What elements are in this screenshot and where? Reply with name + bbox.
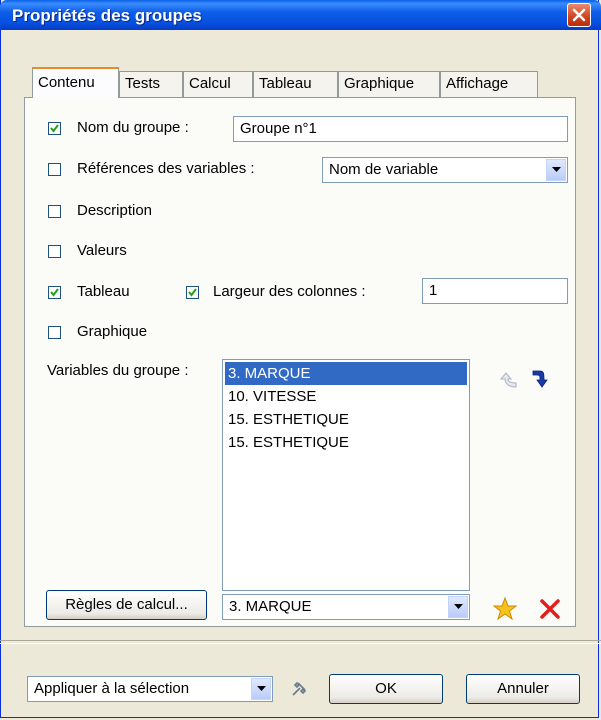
chevron-down-icon <box>552 167 561 172</box>
tab-contenu[interactable]: Contenu <box>32 67 119 98</box>
list-item[interactable]: 15. ESTHETIQUE <box>223 431 469 454</box>
group-vars-label: Variables du groupe : <box>47 362 189 379</box>
delete-x-icon[interactable] <box>539 598 561 620</box>
apply-scope-selected: Appliquer à la sélection <box>34 680 190 697</box>
tab-tests[interactable]: Tests <box>119 71 183 97</box>
var-refs-selected: Nom de variable <box>329 161 439 178</box>
star-icon[interactable] <box>493 597 517 621</box>
group-name-checkbox[interactable] <box>48 122 61 135</box>
group-vars-listbox[interactable]: 3. MARQUE 10. VITESSE 15. ESTHETIQUE 15.… <box>222 359 470 591</box>
chevron-down-icon <box>454 604 463 609</box>
title-bar[interactable]: Propriétés des groupes <box>0 0 601 30</box>
var-refs-label: Références des variables : <box>77 160 255 177</box>
arrow-up-icon[interactable] <box>497 368 517 390</box>
close-icon <box>572 8 586 22</box>
table-label: Tableau <box>77 283 130 300</box>
col-width-input[interactable]: 1 <box>422 278 568 304</box>
calc-rules-select[interactable]: 3. MARQUE <box>222 594 470 620</box>
description-label: Description <box>77 202 153 219</box>
tools-icon[interactable] <box>290 680 308 698</box>
chart-label: Graphique <box>77 323 148 340</box>
separator <box>0 640 601 644</box>
col-width-label: Largeur des colonnes : <box>213 283 366 300</box>
chart-checkbox[interactable] <box>48 326 61 339</box>
dropdown-button[interactable] <box>251 678 271 700</box>
close-button[interactable] <box>567 3 591 27</box>
window-title: Propriétés des groupes <box>12 6 202 25</box>
dropdown-button[interactable] <box>448 596 468 618</box>
calc-rules-button[interactable]: Règles de calcul... <box>46 590 207 620</box>
values-checkbox[interactable] <box>48 245 61 258</box>
list-item[interactable]: 3. MARQUE <box>225 362 467 385</box>
var-refs-checkbox[interactable] <box>48 163 61 176</box>
list-item[interactable]: 15. ESTHETIQUE <box>223 408 469 431</box>
dropdown-button[interactable] <box>546 159 566 181</box>
var-refs-select[interactable]: Nom de variable <box>322 157 568 183</box>
col-width-checkbox[interactable] <box>186 286 199 299</box>
apply-scope-select[interactable]: Appliquer à la sélection <box>27 676 273 702</box>
group-name-input[interactable]: Groupe n°1 <box>233 116 568 142</box>
values-label: Valeurs <box>77 242 127 259</box>
chevron-down-icon <box>257 686 266 691</box>
description-checkbox[interactable] <box>48 205 61 218</box>
table-checkbox[interactable] <box>48 286 61 299</box>
cancel-button[interactable]: Annuler <box>466 674 580 704</box>
tab-affichage[interactable]: Affichage <box>440 71 538 97</box>
check-icon <box>50 288 59 297</box>
calc-rules-selected: 3. MARQUE <box>229 598 312 615</box>
check-icon <box>50 124 59 133</box>
group-name-label: Nom du groupe : <box>77 119 189 136</box>
tab-calcul[interactable]: Calcul <box>183 71 253 97</box>
tab-graphique[interactable]: Graphique <box>338 71 440 97</box>
check-icon <box>188 288 197 297</box>
list-item[interactable]: 10. VITESSE <box>223 385 469 408</box>
tab-tableau[interactable]: Tableau <box>253 71 338 97</box>
arrow-down-icon[interactable] <box>530 368 550 390</box>
ok-button[interactable]: OK <box>329 674 443 704</box>
